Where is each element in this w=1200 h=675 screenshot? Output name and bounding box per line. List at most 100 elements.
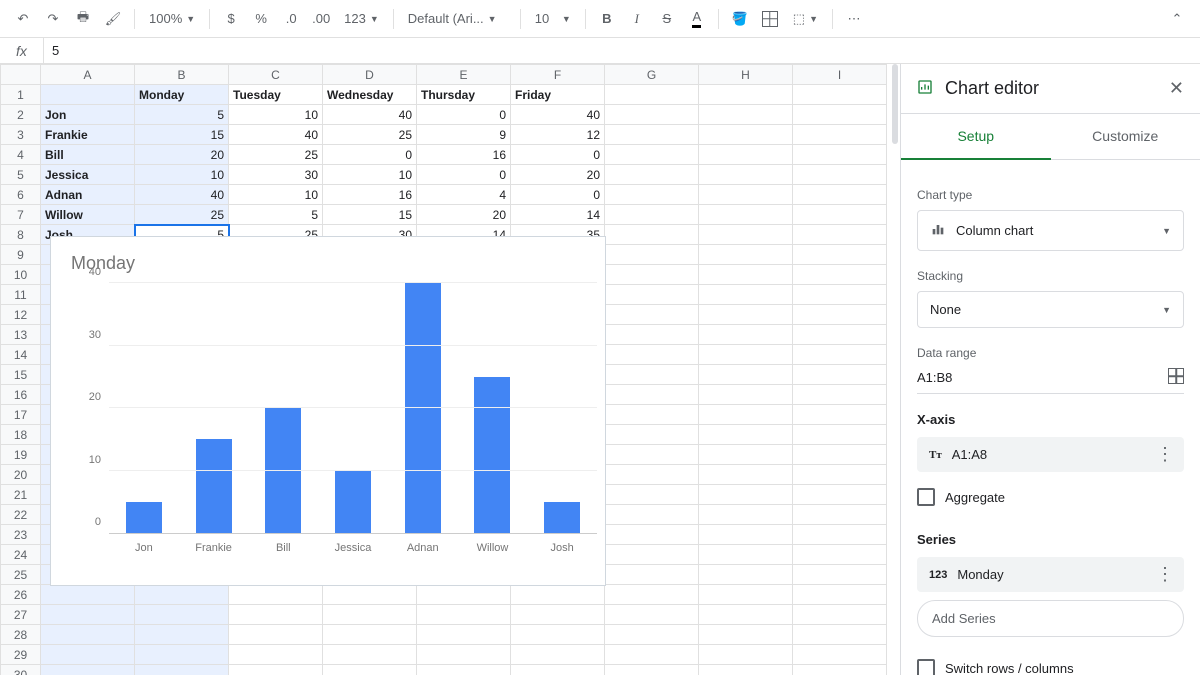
cell[interactable]	[605, 545, 699, 565]
data-range-input[interactable]: A1:B8	[917, 370, 1160, 385]
cell[interactable]: Tuesday	[229, 85, 323, 105]
cell[interactable]	[229, 605, 323, 625]
cell[interactable]	[605, 645, 699, 665]
cell[interactable]	[793, 265, 887, 285]
font-size-dropdown[interactable]: 10▼	[529, 6, 577, 32]
cell[interactable]	[41, 625, 135, 645]
column-header[interactable]: D	[323, 65, 417, 85]
cell[interactable]	[605, 585, 699, 605]
cell[interactable]	[699, 225, 793, 245]
currency-button[interactable]: $	[218, 6, 244, 32]
cell[interactable]	[699, 505, 793, 525]
collapse-toolbar-button[interactable]: ⌃	[1164, 6, 1190, 32]
column-header[interactable]: A	[41, 65, 135, 85]
cell[interactable]	[793, 325, 887, 345]
print-button[interactable]: 🖶	[70, 6, 96, 32]
row-header[interactable]: 20	[1, 465, 41, 485]
cell[interactable]	[605, 385, 699, 405]
cell[interactable]	[793, 185, 887, 205]
cell[interactable]	[605, 165, 699, 185]
merge-cells-button[interactable]: ⬚▼	[787, 6, 824, 32]
cell[interactable]	[511, 605, 605, 625]
cell[interactable]: Jon	[41, 105, 135, 125]
cell[interactable]	[229, 625, 323, 645]
cell[interactable]	[793, 285, 887, 305]
chart-type-dropdown[interactable]: Column chart ▼	[917, 210, 1184, 251]
cell[interactable]	[417, 645, 511, 665]
cell[interactable]: 5	[135, 105, 229, 125]
column-header[interactable]: B	[135, 65, 229, 85]
zoom-dropdown[interactable]: 100%▼	[143, 6, 201, 32]
cell[interactable]	[605, 125, 699, 145]
cell[interactable]	[605, 665, 699, 675]
cell[interactable]	[699, 385, 793, 405]
cell[interactable]	[605, 105, 699, 125]
cell[interactable]	[793, 165, 887, 185]
chart-bar[interactable]	[126, 502, 162, 533]
borders-button[interactable]	[757, 6, 783, 32]
cell[interactable]	[793, 205, 887, 225]
cell[interactable]	[793, 105, 887, 125]
row-header[interactable]: 16	[1, 385, 41, 405]
row-header[interactable]: 22	[1, 505, 41, 525]
cell[interactable]	[699, 165, 793, 185]
cell[interactable]	[605, 605, 699, 625]
cell[interactable]	[605, 365, 699, 385]
cell[interactable]	[699, 265, 793, 285]
cell[interactable]	[323, 605, 417, 625]
row-header[interactable]: 5	[1, 165, 41, 185]
row-header[interactable]: 7	[1, 205, 41, 225]
cell[interactable]	[793, 665, 887, 675]
cell[interactable]	[699, 485, 793, 505]
cell[interactable]: 10	[229, 105, 323, 125]
close-panel-button[interactable]: ✕	[1169, 78, 1184, 99]
cell[interactable]	[699, 605, 793, 625]
cell[interactable]: 15	[323, 205, 417, 225]
cell[interactable]	[793, 505, 887, 525]
cell[interactable]	[135, 625, 229, 645]
row-header[interactable]: 3	[1, 125, 41, 145]
cell[interactable]	[605, 345, 699, 365]
cell[interactable]: 25	[135, 205, 229, 225]
column-header[interactable]: C	[229, 65, 323, 85]
cell[interactable]: 0	[417, 165, 511, 185]
column-header[interactable]: G	[605, 65, 699, 85]
cell[interactable]: 40	[135, 185, 229, 205]
cell[interactable]: Friday	[511, 85, 605, 105]
cell[interactable]	[699, 185, 793, 205]
cell[interactable]	[793, 625, 887, 645]
row-header[interactable]: 12	[1, 305, 41, 325]
cell[interactable]	[699, 625, 793, 645]
row-header[interactable]: 1	[1, 85, 41, 105]
cell[interactable]: Monday	[135, 85, 229, 105]
cell[interactable]	[699, 125, 793, 145]
cell[interactable]: 10	[229, 185, 323, 205]
chart-bar[interactable]	[196, 439, 232, 533]
cell[interactable]	[511, 665, 605, 675]
series-pill[interactable]: 123 Monday ⋮	[917, 557, 1184, 592]
cell[interactable]	[605, 565, 699, 585]
cell[interactable]	[605, 265, 699, 285]
cell[interactable]	[605, 245, 699, 265]
cell[interactable]	[41, 605, 135, 625]
xaxis-menu-button[interactable]: ⋮	[1156, 444, 1174, 465]
decrease-decimal-button[interactable]: .0	[278, 6, 304, 32]
fill-color-button[interactable]: 🪣	[727, 6, 753, 32]
cell[interactable]	[229, 645, 323, 665]
row-header[interactable]: 30	[1, 665, 41, 675]
row-header[interactable]: 6	[1, 185, 41, 205]
xaxis-range-pill[interactable]: Tᴛ A1:A8 ⋮	[917, 437, 1184, 472]
cell[interactable]	[793, 465, 887, 485]
row-header[interactable]: 18	[1, 425, 41, 445]
cell[interactable]: 20	[417, 205, 511, 225]
cell[interactable]	[793, 305, 887, 325]
select-range-button[interactable]	[1168, 368, 1184, 387]
cell[interactable]	[793, 345, 887, 365]
cell[interactable]: 30	[229, 165, 323, 185]
cell[interactable]: 20	[135, 145, 229, 165]
font-dropdown[interactable]: Default (Ari...▼	[402, 6, 512, 32]
cell[interactable]: 16	[417, 145, 511, 165]
cell[interactable]	[699, 425, 793, 445]
column-header[interactable]: I	[793, 65, 887, 85]
cell[interactable]	[793, 525, 887, 545]
